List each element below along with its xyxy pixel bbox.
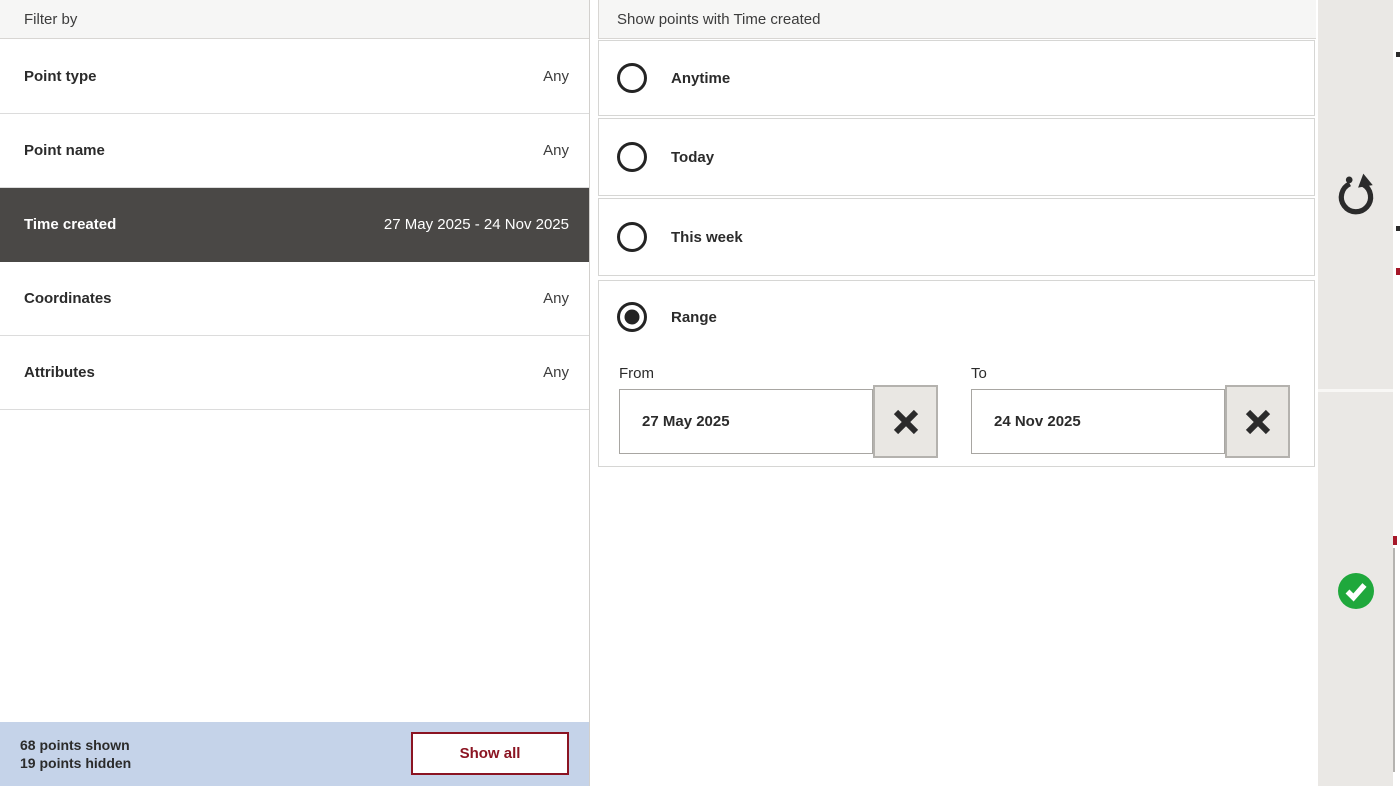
clipped-edge-mark xyxy=(1393,536,1397,545)
points-summary-bar: 68 points shown 19 points hidden Show al… xyxy=(0,722,589,786)
to-clear-button[interactable] xyxy=(1225,385,1290,458)
from-clear-button[interactable] xyxy=(873,385,938,458)
range-radio-row[interactable]: Range xyxy=(617,302,717,332)
check-icon xyxy=(1337,572,1375,610)
filter-row-label: Coordinates xyxy=(24,290,112,307)
clipped-edge-line xyxy=(1393,548,1395,772)
time-created-header: Show points with Time created xyxy=(598,0,1316,39)
filter-by-title: Filter by xyxy=(24,11,77,28)
filter-row-value: Any xyxy=(543,364,569,381)
radio-anytime[interactable] xyxy=(617,63,647,93)
to-field-group: To 24 Nov 2025 xyxy=(971,365,1316,475)
clipped-edge-mark xyxy=(1396,226,1400,231)
radio-range[interactable] xyxy=(617,302,647,332)
confirm-button[interactable] xyxy=(1318,395,1393,786)
option-today[interactable]: Today xyxy=(598,118,1315,196)
from-field-group: From 27 May 2025 xyxy=(619,365,964,475)
to-label: To xyxy=(971,365,1316,382)
filter-row-label: Point name xyxy=(24,142,105,159)
option-this-week[interactable]: This week xyxy=(598,198,1315,276)
radio-today[interactable] xyxy=(617,142,647,172)
filter-row-coordinates[interactable]: Coordinates Any xyxy=(0,262,589,336)
filter-by-header: Filter by xyxy=(0,0,589,39)
filter-row-attributes[interactable]: Attributes Any xyxy=(0,336,589,410)
option-label: This week xyxy=(671,229,743,246)
filter-row-value: 27 May 2025 - 24 Nov 2025 xyxy=(384,216,569,233)
reset-button[interactable] xyxy=(1318,0,1393,392)
option-label: Anytime xyxy=(671,70,730,87)
action-sidebar xyxy=(1318,0,1393,786)
points-hidden-count: 19 points hidden xyxy=(20,754,131,772)
reset-icon xyxy=(1333,172,1379,218)
clear-x-icon xyxy=(892,408,920,436)
option-label: Today xyxy=(671,149,714,166)
radio-this-week[interactable] xyxy=(617,222,647,252)
filter-row-point-type[interactable]: Point type Any xyxy=(0,40,589,114)
points-shown-count: 68 points shown xyxy=(20,736,131,754)
from-date-value: 27 May 2025 xyxy=(642,413,730,430)
option-anytime[interactable]: Anytime xyxy=(598,40,1315,116)
filter-row-value: Any xyxy=(543,68,569,85)
filter-row-point-name[interactable]: Point name Any xyxy=(0,114,589,188)
filter-row-label: Attributes xyxy=(24,364,95,381)
from-label: From xyxy=(619,365,964,382)
to-date-value: 24 Nov 2025 xyxy=(994,413,1081,430)
filter-row-value: Any xyxy=(543,142,569,159)
clipped-right-edge xyxy=(1393,0,1400,786)
filter-by-panel: Filter by Point type Any Point name Any … xyxy=(0,0,590,786)
filter-row-label: Point type xyxy=(24,68,97,85)
clipped-edge-mark xyxy=(1396,268,1400,275)
clear-x-icon xyxy=(1244,408,1272,436)
filter-row-value: Any xyxy=(543,290,569,307)
option-label: Range xyxy=(671,309,717,326)
filter-row-label: Time created xyxy=(24,216,116,233)
filter-row-time-created[interactable]: Time created 27 May 2025 - 24 Nov 2025 xyxy=(0,188,589,262)
from-date-input[interactable]: 27 May 2025 xyxy=(619,389,873,454)
clipped-edge-mark xyxy=(1396,52,1400,57)
time-created-title: Show points with Time created xyxy=(617,11,820,28)
time-created-options-panel: Show points with Time created Anytime To… xyxy=(598,0,1316,786)
show-all-button[interactable]: Show all xyxy=(411,732,569,775)
to-date-input[interactable]: 24 Nov 2025 xyxy=(971,389,1225,454)
option-range[interactable]: Range From 27 May 2025 To 24 Nov 2025 xyxy=(598,280,1315,467)
